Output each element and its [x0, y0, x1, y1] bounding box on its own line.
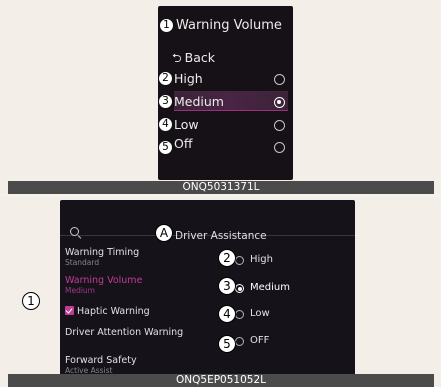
menu-driver-attention-warning[interactable]: Driver Attention Warning — [65, 327, 205, 338]
option-label: Low — [174, 117, 199, 132]
menu-warning-volume[interactable]: Warning Volume Medium — [65, 275, 205, 295]
screen-header: Driver Assistance — [60, 200, 355, 242]
callout-3: 3 — [158, 94, 173, 109]
option-medium[interactable]: Medium — [174, 91, 288, 111]
return-arrow-icon: ⮌ — [172, 51, 182, 65]
menu-warning-timing[interactable]: Warning Timing Standard — [65, 247, 205, 267]
callout-4: 4 — [218, 305, 236, 323]
callout-1: 1 — [22, 292, 40, 310]
callout-a: A — [155, 224, 173, 242]
option-label: High — [250, 254, 273, 265]
callout-1: 1 — [159, 18, 174, 33]
option-label: Medium — [174, 94, 224, 109]
menu-label: Warning Volume — [65, 275, 143, 286]
radio-icon — [274, 142, 285, 153]
back-button[interactable]: ⮌ Back — [172, 49, 215, 70]
option-label: High — [174, 71, 203, 86]
option-label: Low — [250, 308, 270, 319]
option-label: Off — [174, 136, 193, 151]
option-label: OFF — [250, 335, 270, 346]
search-icon[interactable] — [70, 227, 79, 236]
menu-sublabel: Medium — [65, 286, 95, 295]
menu-label: Haptic Warning — [77, 306, 150, 317]
menu-haptic-warning[interactable]: Haptic Warning — [65, 306, 205, 317]
figure-caption: ONQ5031371L — [8, 181, 434, 194]
back-label: Back — [184, 50, 215, 65]
callout-5: 5 — [218, 335, 236, 353]
callout-5: 5 — [158, 140, 173, 155]
callout-2: 2 — [158, 71, 173, 86]
option-label: Medium — [250, 282, 290, 293]
driver-assistance-screen: Driver Assistance Warning Timing Standar… — [60, 200, 355, 376]
callout-3: 3 — [218, 277, 236, 295]
menu-forward-safety[interactable]: Forward Safety Active Assist — [65, 355, 205, 375]
checkbox-checked-icon[interactable] — [65, 306, 74, 315]
menu-label: Forward Safety — [65, 355, 137, 366]
screen-title: Warning Volume — [176, 18, 282, 33]
screen-title: Driver Assistance — [175, 230, 267, 242]
menu-label: Driver Attention Warning — [65, 327, 184, 338]
callout-2: 2 — [218, 249, 236, 267]
figure-caption: ONQ5EP051052L — [8, 374, 434, 387]
callout-4: 4 — [158, 117, 173, 132]
bottom-figure: Driver Assistance Warning Timing Standar… — [0, 197, 441, 387]
option-low[interactable]: Low — [174, 115, 288, 135]
radio-icon — [235, 310, 244, 319]
radio-icon — [274, 120, 285, 131]
option-off[interactable]: Off — [174, 134, 288, 154]
menu-sublabel: Standard — [65, 258, 100, 267]
radio-selected-icon — [235, 284, 244, 293]
radio-icon — [274, 74, 285, 85]
radio-icon — [235, 256, 244, 265]
radio-selected-icon — [274, 97, 285, 108]
warning-volume-screen: 1 Warning Volume ⮌ Back 2 High 3 Medium 4… — [158, 6, 293, 180]
radio-icon — [235, 337, 244, 346]
menu-label: Warning Timing — [65, 247, 140, 258]
top-figure: 1 Warning Volume ⮌ Back 2 High 3 Medium 4… — [0, 0, 441, 194]
option-high[interactable]: High — [174, 69, 288, 89]
